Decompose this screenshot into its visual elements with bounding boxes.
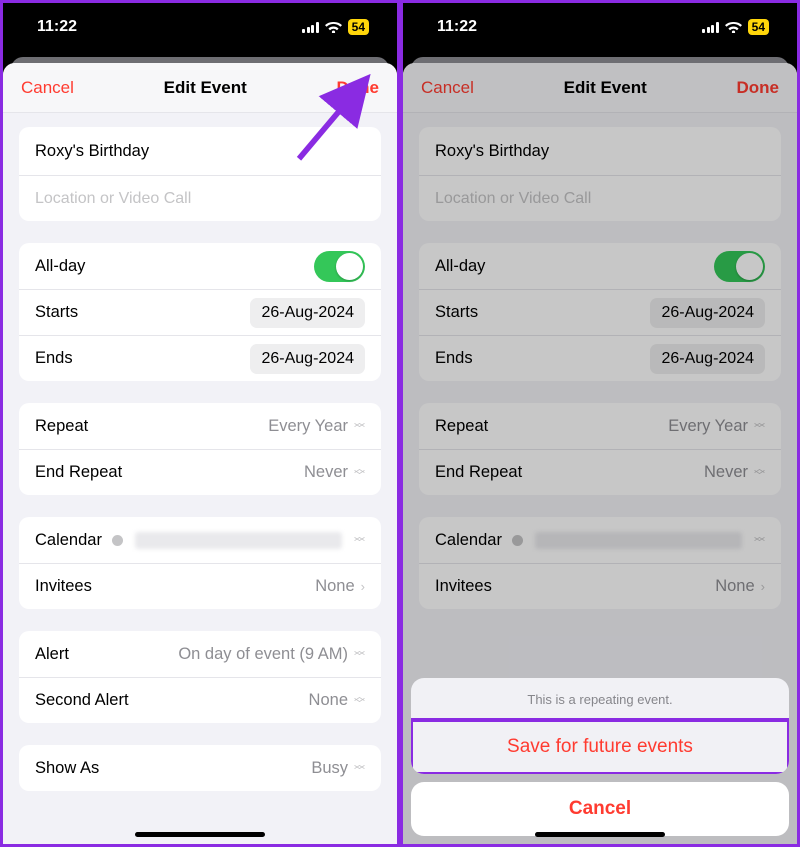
- select-icon: ︿﹀: [354, 694, 365, 706]
- status-bar: 11:22 54: [403, 3, 797, 51]
- repeat-group: Repeat Every Year︿﹀ End Repeat Never︿﹀: [19, 403, 381, 495]
- page-title: Edit Event: [164, 78, 247, 98]
- calendar-dot-icon: [112, 535, 123, 546]
- select-icon: ︿﹀: [354, 762, 365, 774]
- chevron-right-icon: ›: [361, 580, 365, 593]
- edit-event-sheet: Cancel Edit Event Done Roxy's Birthday L…: [3, 63, 397, 844]
- select-icon: ︿﹀: [354, 420, 365, 432]
- event-title-field[interactable]: Roxy's Birthday: [19, 127, 381, 175]
- select-icon: ︿﹀: [354, 534, 365, 546]
- home-indicator[interactable]: [535, 832, 665, 837]
- ends-row[interactable]: Ends 26-Aug-2024: [19, 335, 381, 381]
- datetime-group: All-day Starts 26-Aug-2024 Ends 26-Aug-2…: [19, 243, 381, 381]
- location-field[interactable]: Location or Video Call: [19, 175, 381, 221]
- starts-date[interactable]: 26-Aug-2024: [250, 298, 365, 328]
- status-bar: 11:22 54: [3, 3, 397, 51]
- all-day-toggle[interactable]: [314, 251, 365, 282]
- wifi-icon: [725, 21, 742, 33]
- cancel-button[interactable]: Cancel: [21, 78, 74, 98]
- status-time: 11:22: [37, 18, 77, 36]
- show-as-row[interactable]: Show As Busy︿﹀: [19, 745, 381, 791]
- cellular-icon: [302, 22, 319, 33]
- calendar-group: Calendar ︿﹀ Invitees None›: [19, 517, 381, 609]
- show-as-group: Show As Busy︿﹀: [19, 745, 381, 791]
- alert-group: Alert On day of event (9 AM)︿﹀ Second Al…: [19, 631, 381, 723]
- ends-date[interactable]: 26-Aug-2024: [250, 344, 365, 374]
- alert-row[interactable]: Alert On day of event (9 AM)︿﹀: [19, 631, 381, 677]
- action-sheet: This is a repeating event. Save for futu…: [411, 678, 789, 836]
- select-icon: ︿﹀: [354, 466, 365, 478]
- phone-right: 11:22 54 Cancel Edit Event Done Roxy's B…: [403, 3, 797, 844]
- title-location-group: Roxy's Birthday Location or Video Call: [19, 127, 381, 221]
- done-button[interactable]: Done: [336, 78, 379, 98]
- starts-row[interactable]: Starts 26-Aug-2024: [19, 289, 381, 335]
- end-repeat-row[interactable]: End Repeat Never︿﹀: [19, 449, 381, 495]
- all-day-row[interactable]: All-day: [19, 243, 381, 289]
- battery-indicator: 54: [748, 19, 769, 35]
- phone-left: 11:22 54 Cancel Edit Event Done Roxy's B…: [3, 3, 397, 844]
- cellular-icon: [702, 22, 719, 33]
- status-icons: 54: [302, 19, 369, 35]
- second-alert-row[interactable]: Second Alert None︿﹀: [19, 677, 381, 723]
- battery-indicator: 54: [348, 19, 369, 35]
- navbar: Cancel Edit Event Done: [3, 63, 397, 113]
- redacted-text: [135, 532, 342, 549]
- edit-event-sheet-dimmed: Cancel Edit Event Done Roxy's Birthday L…: [403, 63, 797, 844]
- invitees-row[interactable]: Invitees None›: [19, 563, 381, 609]
- repeat-row[interactable]: Repeat Every Year︿﹀: [19, 403, 381, 449]
- home-indicator[interactable]: [135, 832, 265, 837]
- status-icons: 54: [702, 19, 769, 35]
- status-time: 11:22: [437, 18, 477, 36]
- action-sheet-cancel-button[interactable]: Cancel: [411, 782, 789, 836]
- action-sheet-header: This is a repeating event.: [411, 678, 789, 720]
- select-icon: ︿﹀: [354, 648, 365, 660]
- save-future-events-button[interactable]: Save for future events: [411, 720, 789, 774]
- calendar-row[interactable]: Calendar ︿﹀: [19, 517, 381, 563]
- wifi-icon: [325, 21, 342, 33]
